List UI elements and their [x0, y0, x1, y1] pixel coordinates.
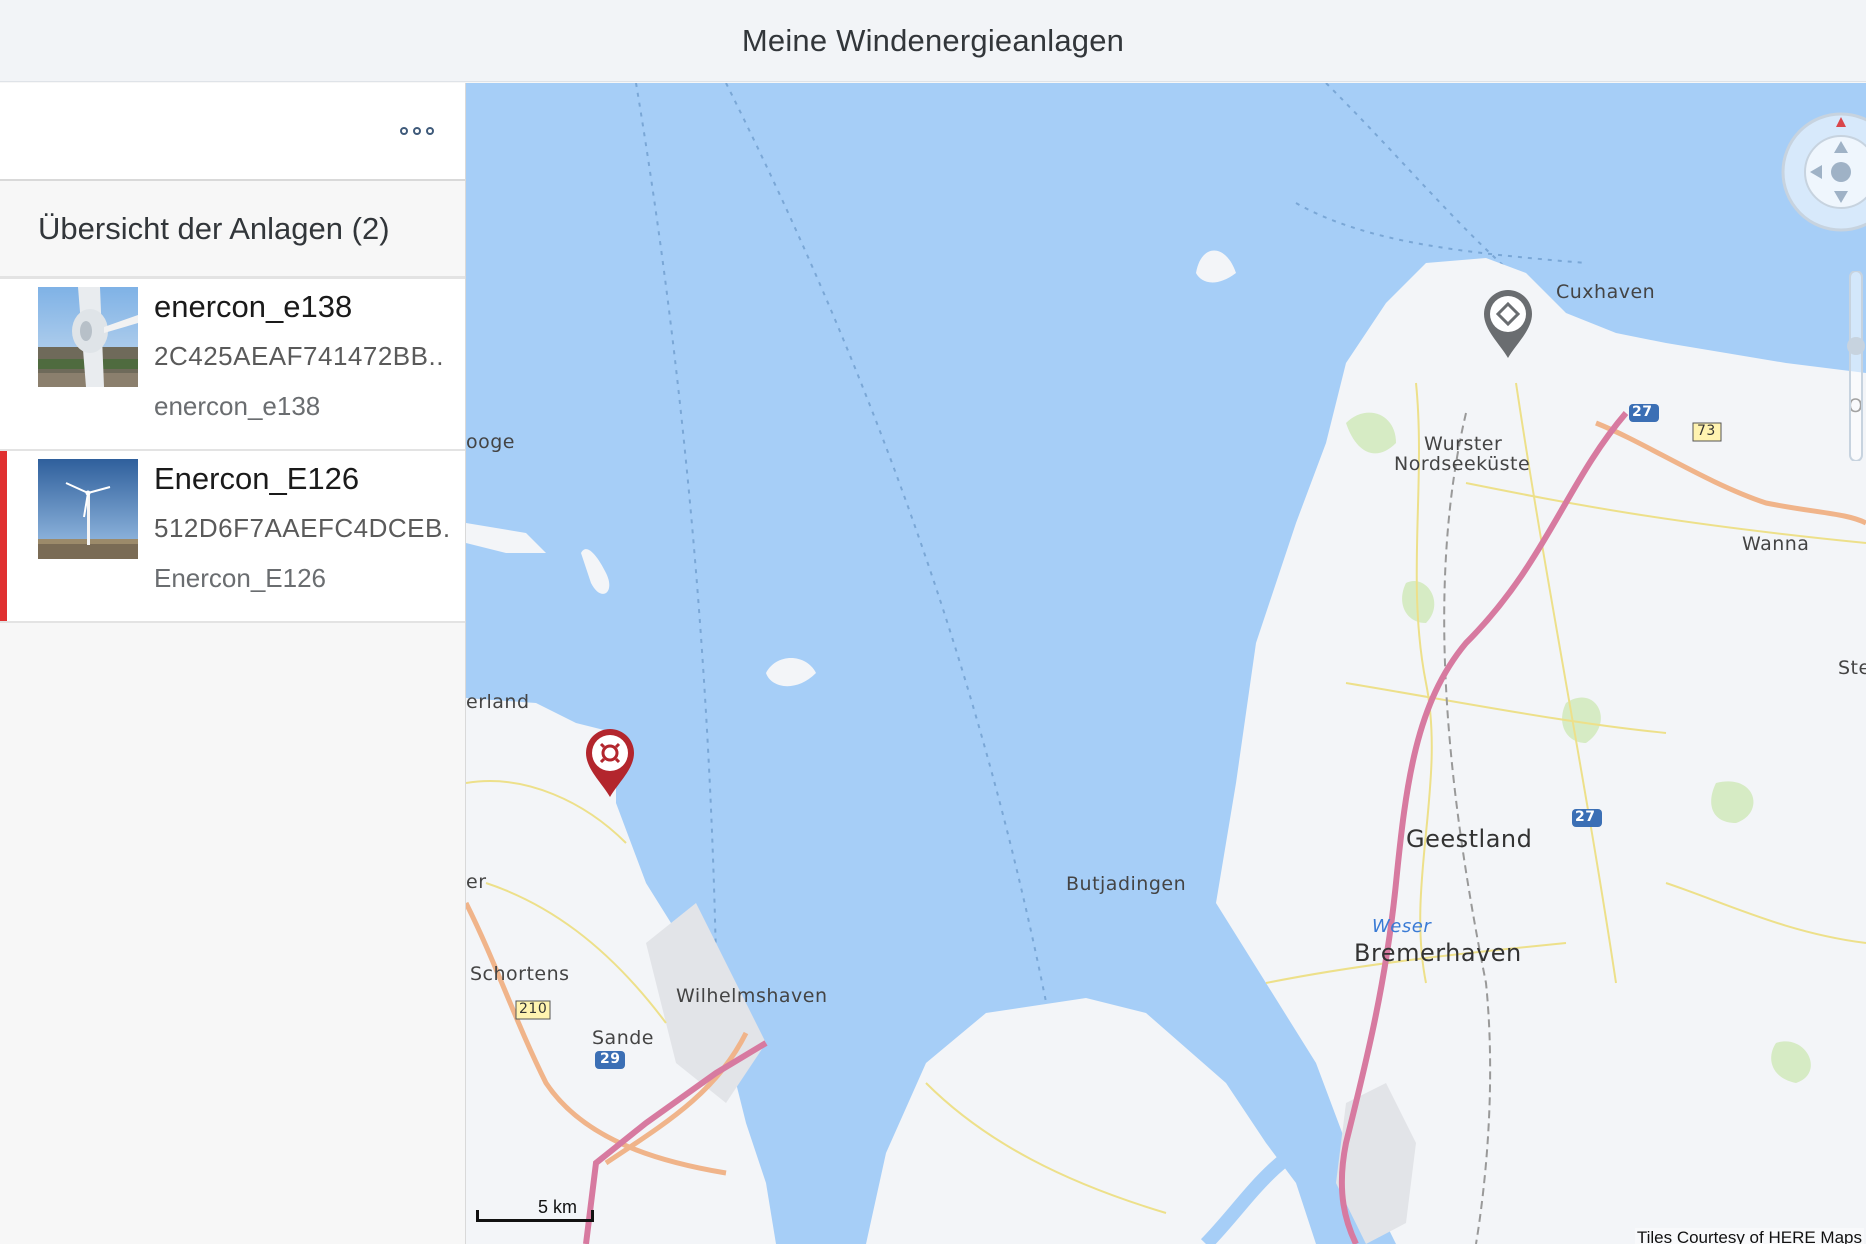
- list-title: Übersicht der Anlagen (2): [38, 210, 390, 246]
- overflow-dot: [426, 127, 434, 135]
- list-item-enercon-e138[interactable]: enercon_e138 2C425AEAF741472BB.. enercon…: [0, 279, 465, 451]
- road-shield-b210: 210: [519, 1001, 548, 1017]
- compass-icon: [1781, 112, 1866, 232]
- map-label-butjadingen: Butjadingen: [1066, 873, 1187, 895]
- item-id: 512D6F7AAEFC4DCEB.: [154, 513, 451, 543]
- road-shield-a29: 29: [600, 1051, 621, 1067]
- map-attribution: Tiles Courtesy of HERE Maps: [1634, 1228, 1864, 1244]
- location-pin-selected-icon: [586, 729, 634, 797]
- map-label-geestland: Geestland: [1406, 825, 1533, 853]
- sidebar-toolbar: [0, 83, 465, 181]
- map-navigation-control[interactable]: [1776, 107, 1866, 237]
- map-view[interactable]: 27 73 27 210 29 Cuxhaven Wurster Nordsee…: [466, 83, 1866, 1244]
- map-pin-enercon-e138[interactable]: [1482, 288, 1534, 360]
- item-subtitle: enercon_e138: [154, 391, 321, 421]
- page-title: Meine Windenergieanlagen: [741, 22, 1125, 58]
- sidebar: Übersicht der Anlagen (2) enercon_e138 2…: [0, 83, 466, 1244]
- item-title: Enercon_E126: [154, 461, 360, 496]
- location-pin-icon: [1484, 290, 1532, 358]
- overflow-dot: [413, 127, 421, 135]
- app-header: Meine Windenergieanlagen: [0, 0, 1866, 82]
- map-label-erland: erland: [466, 691, 530, 713]
- map-label-wilhelmshaven: Wilhelmshaven: [676, 985, 828, 1007]
- item-subtitle: Enercon_E126: [154, 563, 327, 593]
- map-scale-label: 5 km: [538, 1197, 578, 1217]
- item-title: enercon_e138: [154, 289, 353, 324]
- list-header: Übersicht der Anlagen (2): [0, 181, 465, 279]
- turbine-thumbnail: [38, 287, 138, 387]
- list-item-enercon-e126[interactable]: Enercon_E126 512D6F7AAEFC4DCEB. Enercon_…: [0, 451, 465, 623]
- map-label-sande: Sande: [592, 1027, 654, 1049]
- map-label-bremerhaven: Bremerhaven: [1354, 939, 1522, 967]
- map-label-cuxhaven: Cuxhaven: [1556, 281, 1656, 303]
- map-label-ooge: ooge: [466, 431, 515, 453]
- turbine-thumbnail: [38, 459, 138, 559]
- map-pin-enercon-e126[interactable]: [584, 727, 636, 799]
- map-label-schortens: Schortens: [470, 963, 570, 985]
- map-label-wurster-2: Nordseeküste: [1394, 453, 1531, 475]
- map-label-ste: Ste: [1838, 657, 1866, 679]
- map-tiles: [466, 83, 1866, 1244]
- map-label-weser: Weser: [1372, 916, 1432, 937]
- overflow-menu-button[interactable]: [389, 111, 445, 151]
- road-shield-b73: 73: [1697, 423, 1716, 439]
- map-zoom-slider[interactable]: [1846, 271, 1866, 461]
- road-shield-a27-north: 27: [1632, 404, 1653, 420]
- map-label-wurster-1: Wurster: [1424, 433, 1503, 455]
- road-shield-a27-south: 27: [1575, 809, 1596, 825]
- overflow-dots-icon: [400, 127, 408, 135]
- map-label-er: er: [466, 871, 487, 893]
- zoom-slider-track: [1847, 271, 1865, 461]
- map-label-wanna: Wanna: [1742, 533, 1810, 555]
- item-id: 2C425AEAF741472BB..: [154, 341, 444, 371]
